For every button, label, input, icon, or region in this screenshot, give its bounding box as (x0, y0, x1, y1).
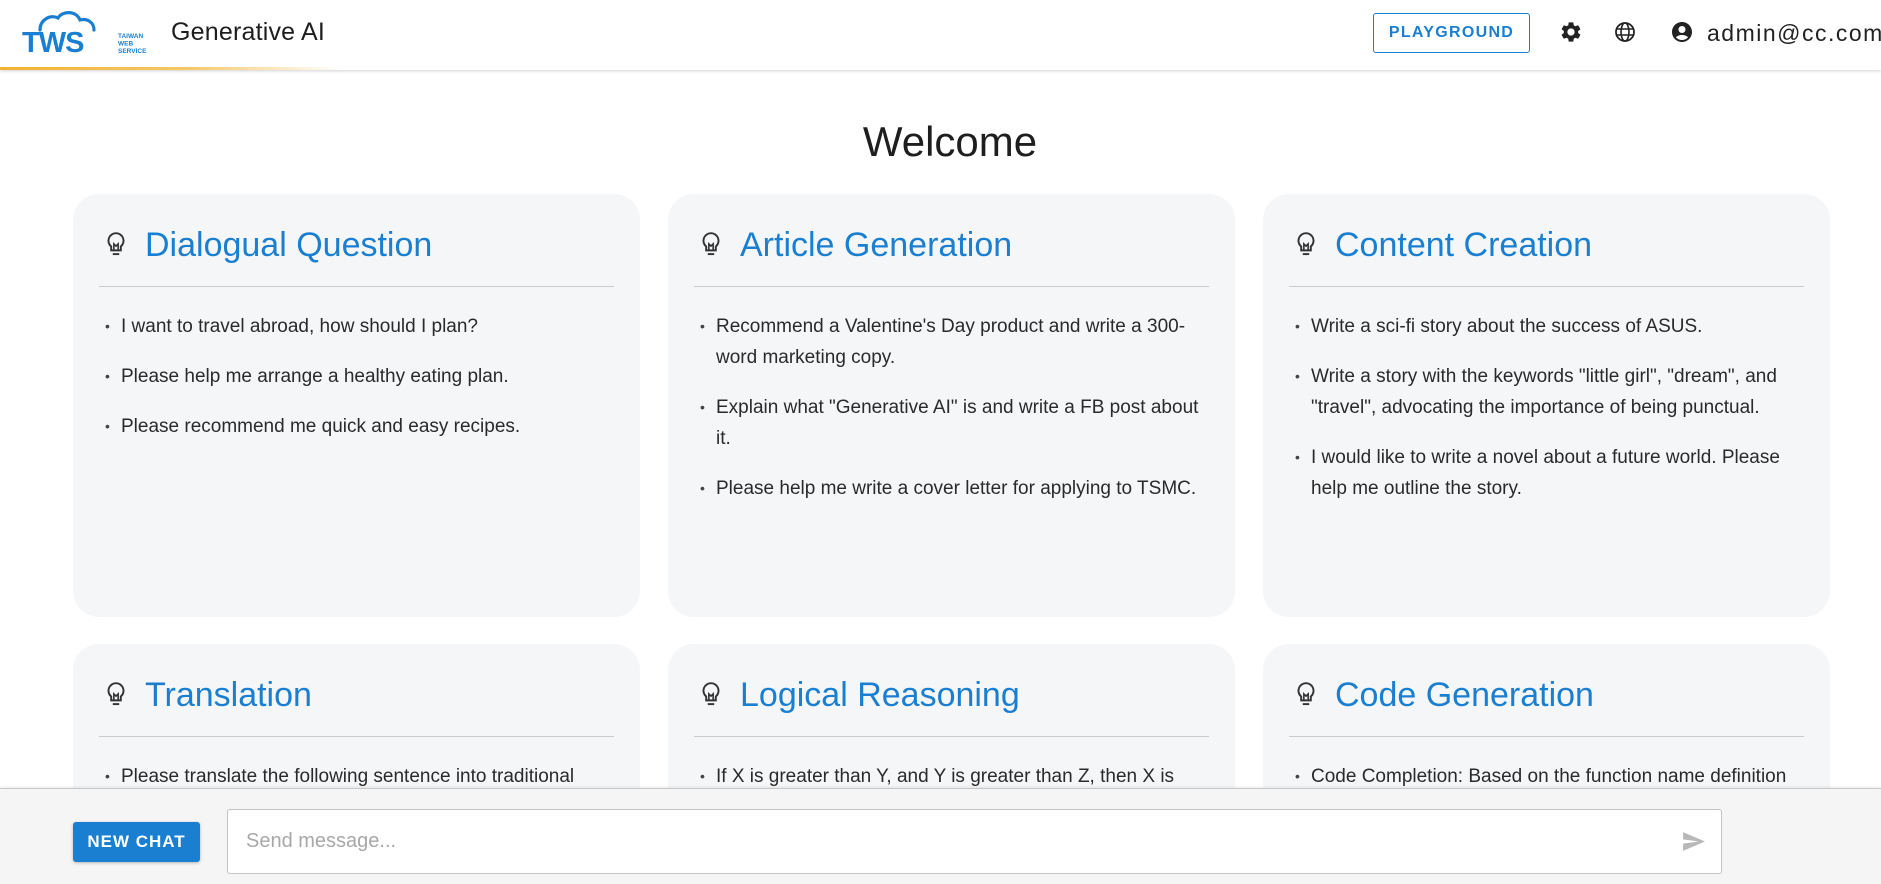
welcome-heading: Welcome (862, 118, 1038, 165)
lightbulb-icon (1297, 232, 1315, 256)
logo-wordmark: TWS (22, 27, 84, 58)
suggestion-item[interactable]: I want to travel abroad, how should I pl… (99, 311, 614, 342)
card-header: Article Generation (694, 194, 1209, 287)
playground-button[interactable]: PLAYGROUND (1373, 13, 1530, 53)
card-title: Article Generation (740, 225, 1013, 264)
lightbulb-icon (107, 682, 125, 706)
suggestion-item[interactable]: Please help me arrange a healthy eating … (99, 361, 614, 392)
card-header: Content Creation (1289, 194, 1804, 287)
suggestion-item[interactable]: I would like to write a novel about a fu… (1289, 442, 1804, 504)
lightbulb-icon (1297, 682, 1315, 706)
suggestion-list: Write a sci-fi story about the success o… (1289, 287, 1804, 504)
message-input[interactable] (227, 809, 1722, 874)
user-email[interactable]: admin@cc.com (1707, 20, 1881, 47)
suggestion-item[interactable]: Write a sci-fi story about the success o… (1289, 311, 1804, 342)
prompt-card-content-creation: Content Creation Write a sci-fi story ab… (1263, 194, 1830, 617)
send-icon[interactable] (1681, 829, 1706, 854)
card-header: Dialogual Question (99, 194, 614, 287)
globe-icon[interactable] (1613, 20, 1637, 44)
lightbulb-icon (702, 682, 720, 706)
gear-icon[interactable] (1559, 20, 1583, 44)
app-title: Generative AI (171, 18, 326, 46)
account-circle-icon[interactable] (1670, 20, 1694, 44)
card-title: Logical Reasoning (740, 675, 1020, 714)
suggestion-list: Recommend a Valentine's Day product and … (694, 287, 1209, 504)
card-title: Content Creation (1335, 225, 1593, 264)
suggestion-list: Please translate the following sentence … (99, 737, 614, 792)
prompt-card-dialogual-question: Dialogual Question I want to travel abro… (73, 194, 640, 617)
card-title: Translation (145, 675, 312, 714)
card-header: Logical Reasoning (694, 644, 1209, 737)
top-app-bar: TWS TAIWAN WEB SERVICE Generative AI PLA… (0, 0, 1881, 70)
prompt-card-article-generation: Article Generation Recommend a Valentine… (668, 194, 1235, 617)
chat-composer-bar: NEW CHAT (0, 788, 1881, 884)
suggestion-item[interactable]: Explain what "Generative AI" is and writ… (694, 392, 1209, 454)
tws-logo[interactable]: TWS TAIWAN WEB SERVICE (20, 8, 150, 58)
logo-sub-3: SERVICE (118, 48, 147, 55)
suggestion-item[interactable]: Write a story with the keywords "little … (1289, 361, 1804, 423)
card-header: Translation (99, 644, 614, 737)
card-header: Code Generation (1289, 644, 1804, 737)
card-title: Dialogual Question (145, 225, 433, 264)
lightbulb-icon (702, 232, 720, 256)
lightbulb-icon (107, 232, 125, 256)
suggestion-list: Code Completion: Based on the function n… (1289, 737, 1804, 792)
logo-sub-2: WEB (118, 41, 133, 48)
header-accent-stripe (0, 67, 340, 70)
suggestion-item[interactable]: Please help me write a cover letter for … (694, 473, 1209, 504)
suggestion-list: I want to travel abroad, how should I pl… (99, 287, 614, 442)
card-title: Code Generation (1335, 675, 1594, 714)
suggestion-list: If X is greater than Y, and Y is greater… (694, 737, 1209, 792)
suggestion-item[interactable]: Please recommend me quick and easy recip… (99, 411, 614, 442)
logo-sub-1: TAIWAN (118, 33, 143, 40)
new-chat-button[interactable]: NEW CHAT (73, 822, 200, 862)
suggestion-item[interactable]: Recommend a Valentine's Day product and … (694, 311, 1209, 373)
